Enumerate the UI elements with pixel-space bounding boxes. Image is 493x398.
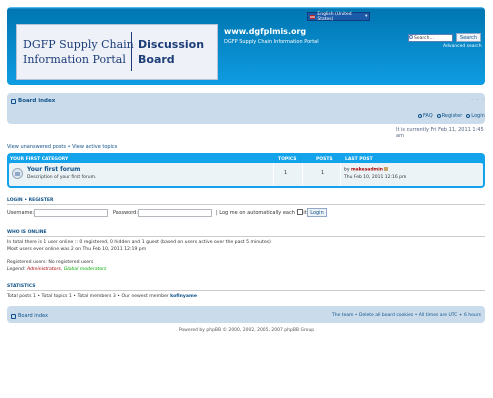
home-icon	[11, 98, 16, 104]
logo-divider	[131, 32, 132, 71]
search-button[interactable]: Search	[456, 33, 481, 42]
login-button[interactable]: Login	[307, 208, 327, 217]
divider	[7, 204, 485, 205]
online-summary: In total there is 1 user online :: 0 reg…	[7, 240, 271, 245]
faq-label: FAQ	[423, 113, 433, 119]
remember-label: | Log me on automatically each visit	[216, 210, 307, 216]
last-post-author: by makesadmin	[344, 167, 388, 173]
logo-right-text: Discussion Board	[138, 37, 204, 67]
register-label: Register	[441, 113, 463, 119]
divider	[7, 290, 485, 291]
forum-topics-count: 1	[284, 170, 288, 176]
navbar	[7, 93, 485, 124]
login-icon	[466, 113, 471, 118]
forum-icon-glyph	[15, 171, 20, 176]
advanced-search-link[interactable]: Advanced search	[443, 44, 482, 49]
password-label: Password:	[113, 210, 139, 216]
flag-icon	[310, 14, 316, 19]
registered-users: Registered users: No registered users	[7, 260, 94, 265]
legend: Legend: Administrators, Global moderator…	[7, 267, 106, 272]
newest-member-link[interactable]: kofinyame	[170, 294, 197, 299]
username-label: Username:	[7, 210, 35, 216]
legend-admins-link[interactable]: Administrators	[27, 267, 61, 272]
font-size-control[interactable]: – – –	[471, 98, 486, 103]
column-divider	[302, 163, 303, 186]
logo-left-text: DGFP Supply Chain Information Portal	[23, 37, 134, 67]
password-input[interactable]	[138, 209, 212, 217]
breadcrumb-board-index[interactable]: Board index	[11, 98, 55, 104]
forum-posts-count: 1	[321, 170, 325, 176]
board-index-label: Board index	[18, 98, 56, 104]
column-divider	[273, 163, 274, 186]
login-label: Login	[471, 113, 485, 119]
col-posts-header: POSTS	[316, 157, 333, 162]
column-divider	[340, 163, 341, 186]
last-by-prefix: by	[344, 167, 351, 173]
footer-links[interactable]: The team • Delete all board cookies • Al…	[332, 313, 481, 318]
username-input[interactable]	[34, 209, 108, 217]
online-heading[interactable]: WHO IS ONLINE	[7, 230, 47, 235]
forum-read-icon	[12, 168, 23, 179]
register-link[interactable]: Register	[436, 113, 463, 119]
statistics-text: Total posts 1 • Total topics 1 • Total m…	[7, 294, 171, 299]
forum-name-link[interactable]: Your first forum	[27, 166, 80, 173]
faq-link[interactable]: FAQ	[418, 113, 433, 119]
search-icon	[409, 35, 413, 39]
legend-prefix: Legend:	[7, 267, 27, 272]
search-links[interactable]: View unanswered posts • View active topi…	[7, 144, 117, 150]
login-link[interactable]: Login	[466, 113, 485, 119]
search-input[interactable]: Search…	[408, 34, 453, 42]
home-icon	[11, 313, 16, 319]
user-nav-links: FAQ Register Login	[418, 113, 485, 119]
remember-checkbox[interactable]	[297, 209, 303, 215]
logo-line-3: Discussion	[138, 38, 205, 51]
logo-line-1: DGFP Supply Chain	[23, 38, 134, 51]
copyright: Powered by phpBB © 2000, 2002, 2005, 200…	[178, 328, 315, 333]
register-icon	[436, 113, 441, 118]
login-heading[interactable]: LOGIN • REGISTER	[7, 198, 53, 203]
statistics-line: Total posts 1 • Total topics 1 • Total m…	[7, 294, 197, 299]
footer-board-index[interactable]: Board index	[11, 313, 48, 319]
forum-description: Description of your first forum.	[27, 175, 97, 180]
logo-line-4: Board	[138, 53, 175, 66]
current-time: It is currently Fri Feb 11, 2011 1:45 am	[396, 127, 484, 139]
logo-line-2: Information Portal	[23, 53, 126, 66]
language-value: English (United States)	[317, 11, 352, 22]
category-header[interactable]: YOUR FIRST CATEGORY	[10, 157, 68, 162]
col-last-post-header: LAST POST	[345, 157, 373, 162]
online-record: Most users ever online was 2 on Thu Feb …	[7, 247, 147, 252]
footer-board-index-label: Board index	[18, 313, 48, 319]
view-latest-post-icon[interactable]	[383, 167, 388, 171]
language-select[interactable]: English (United States) ▾	[307, 11, 370, 22]
last-post-user-link[interactable]: makesadmin	[351, 168, 383, 173]
legend-moderators-link[interactable]: Global moderators	[64, 267, 107, 272]
site-title: www.dgfplmis.org	[224, 27, 307, 36]
statistics-heading: STATISTICS	[7, 284, 36, 289]
site-description: DGFP Supply Chain Information Portal	[224, 39, 319, 45]
divider	[7, 236, 485, 237]
col-topics-header: TOPICS	[278, 157, 297, 162]
chevron-down-icon: ▾	[365, 14, 368, 19]
help-icon	[418, 113, 422, 118]
last-post-time: Thu Feb 10, 2011 12:16 pm	[344, 175, 407, 180]
